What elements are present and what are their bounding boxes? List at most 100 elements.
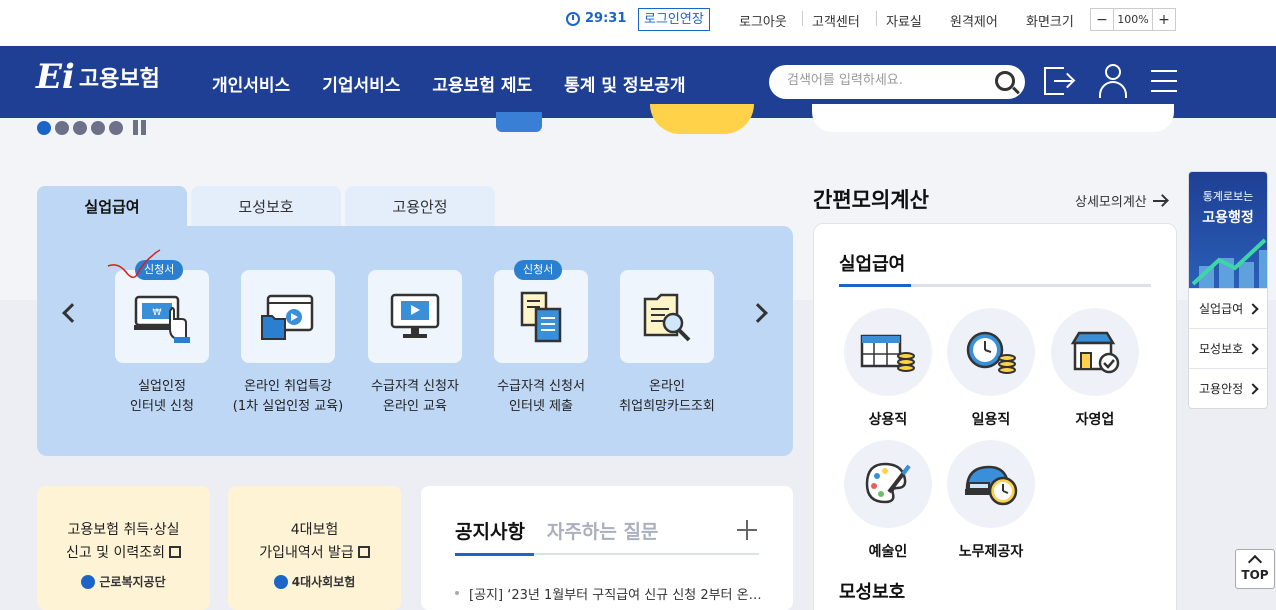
utility-bar: 29:31 로그인연장 로그아웃 고객센터 자료실 원격제어 화면크기 − 10… <box>0 0 1276 46</box>
banner-illustration <box>650 104 754 134</box>
nav-statistics[interactable]: 통계 및 정보공개 <box>564 71 685 96</box>
divider <box>802 11 803 26</box>
external-link-icon <box>169 546 182 558</box>
search-icon[interactable] <box>995 71 1015 91</box>
session-timer-value: 29:31 <box>585 11 627 26</box>
detailed-calculator-link[interactable]: 상세모의계산 <box>1075 191 1167 210</box>
search-box <box>769 65 1025 99</box>
video-folder-icon <box>261 294 314 340</box>
chevron-up-icon <box>1247 554 1263 570</box>
nav-insurance-system[interactable]: 고용보험 제도 <box>432 71 532 96</box>
logout-link[interactable]: 로그아웃 <box>739 11 787 30</box>
side-menu-maternity[interactable]: 모성보호 <box>1189 328 1267 368</box>
external-link-icon <box>357 546 370 558</box>
calc-item-label: 자영업 <box>1075 412 1115 428</box>
service-item[interactable]: 신청서 ₩ 실업인정 인터넷 신청 <box>104 260 220 417</box>
banner-dot[interactable] <box>37 120 51 135</box>
calc-item-label: 일용직 <box>971 412 1011 428</box>
calc-artist[interactable]: 예술인 <box>843 440 933 561</box>
logo-mark: Ei <box>36 57 75 97</box>
service-item[interactable]: 신청서 수급자격 신청서 인터넷 제출 <box>483 260 599 417</box>
nav-corporate-services[interactable]: 기업서비스 <box>322 71 400 96</box>
zoom-out-button[interactable]: − <box>1091 9 1113 30</box>
more-plus-icon[interactable] <box>737 520 757 540</box>
banner-dot[interactable] <box>91 120 105 135</box>
library-link[interactable]: 자료실 <box>886 11 922 30</box>
service-item[interactable]: 온라인 취업특강 (1차 실업인정 교육) <box>230 270 346 417</box>
calc-self-employed[interactable]: 자영업 <box>1050 308 1140 429</box>
detailed-calculator-label: 상세모의계산 <box>1075 195 1147 210</box>
nav-personal-services[interactable]: 개인서비스 <box>212 71 290 96</box>
global-nav: 개인서비스 기업서비스 고용보험 제도 통계 및 정보공개 <box>212 71 686 96</box>
application-badge: 신청서 <box>514 260 563 280</box>
store-check-icon <box>1070 331 1120 374</box>
trend-arrow-icon <box>1191 238 1267 286</box>
zoom-in-button[interactable]: + <box>1153 9 1175 30</box>
arrow-right-icon <box>1152 199 1167 202</box>
calc-labor-provider[interactable]: 노무제공자 <box>946 440 1036 561</box>
red-checkmark-scribble <box>107 249 161 279</box>
calculator-box: 실업급여 상용직 일용직 자영업 예술인 노무제공자 모성보호 <box>813 223 1177 610</box>
hamburger-menu-icon[interactable] <box>1148 64 1182 98</box>
comwel-logo-icon <box>81 574 96 589</box>
calc-daily-worker[interactable]: 일용직 <box>946 308 1036 429</box>
quick-card-title: 고용보험 취득·상실 신고 및 이력조회 <box>65 522 180 561</box>
service-item[interactable]: 온라인 취업희망카드조회 <box>609 270 725 417</box>
banner-card <box>812 104 1174 132</box>
user-icon[interactable] <box>1096 64 1130 98</box>
extend-login-button[interactable]: 로그인연장 <box>638 8 710 31</box>
statistics-banner[interactable]: 통계로보는 고용행정 <box>1189 172 1267 288</box>
org-logo: 4대사회보험 <box>228 573 401 590</box>
calc-item-label: 예술인 <box>868 544 908 560</box>
quick-card-4insurance[interactable]: 4대보험 가입내역서 발급 4대사회보험 <box>228 486 401 610</box>
clock-coins-icon <box>966 331 1016 374</box>
site-logo[interactable]: Ei 고용보험 <box>36 60 160 94</box>
banner-dot[interactable] <box>55 120 69 135</box>
service-label: 온라인 취업특강 (1차 실업인정 교육) <box>232 379 344 414</box>
tab-faq[interactable]: 자주하는 질문 <box>547 517 659 544</box>
remote-control-link[interactable]: 원격제어 <box>950 11 998 30</box>
side-menu-employment-stability[interactable]: 고용안정 <box>1189 368 1267 408</box>
tab-notices[interactable]: 공지사항 <box>455 517 525 544</box>
chevron-right-icon[interactable] <box>748 303 768 323</box>
screen-size-label: 화면크기 <box>1026 15 1074 30</box>
service-card[interactable]: 신청서 <box>494 260 588 363</box>
service-tabs: 실업급여 모성보호 고용안정 <box>37 186 495 226</box>
logo-text: 고용보험 <box>78 67 160 92</box>
logout-icon[interactable] <box>1042 64 1076 98</box>
search-input[interactable] <box>787 73 977 88</box>
helmet-clock-icon <box>965 465 1018 506</box>
tab-unemployment[interactable]: 실업급여 <box>37 186 187 226</box>
service-label: 수급자격 신청서 인터넷 제출 <box>497 379 585 414</box>
org-name: 4대사회보험 <box>291 575 356 589</box>
org-logo: 근로복지공단 <box>37 573 210 590</box>
chevron-left-icon[interactable] <box>62 303 82 323</box>
customer-center-link[interactable]: 고객센터 <box>812 11 860 30</box>
quick-card-insurance-history[interactable]: 고용보험 취득·상실 신고 및 이력조회 근로복지공단 <box>37 486 210 610</box>
service-card[interactable] <box>368 270 462 363</box>
notice-item[interactable]: [공지] ‘23년 1월부터 구직급여 신규 신청 2부터 온라인으로 수급자격… <box>455 584 765 603</box>
banner-pagination <box>37 120 146 135</box>
banner-dot[interactable] <box>73 120 87 135</box>
service-label: 온라인 취업희망카드조회 <box>619 379 715 414</box>
org-name: 근로복지공단 <box>99 575 166 589</box>
tab-maternity[interactable]: 모성보호 <box>191 186 341 226</box>
tab-employment-stability[interactable]: 고용안정 <box>345 186 495 226</box>
banner-illustration <box>496 112 542 132</box>
top-label: TOP <box>1241 568 1269 582</box>
tab-underline <box>455 553 759 556</box>
service-item[interactable]: 수급자격 신청자 온라인 교육 <box>357 270 473 417</box>
computer-hand-icon: ₩ <box>134 295 190 343</box>
monitor-play-icon <box>390 293 440 338</box>
service-card[interactable] <box>241 270 335 363</box>
service-card[interactable] <box>620 270 714 363</box>
section-underline <box>839 284 1151 287</box>
calc-regular-worker[interactable]: 상용직 <box>843 308 933 429</box>
banner-dot[interactable] <box>109 120 123 135</box>
service-label: 수급자격 신청자 온라인 교육 <box>371 379 459 414</box>
calculator-title: 간편모의계산 <box>813 188 929 212</box>
pause-icon[interactable] <box>133 120 146 135</box>
scroll-top-button[interactable]: TOP <box>1235 549 1275 589</box>
stopwatch-icon <box>566 11 580 26</box>
side-menu-unemployment[interactable]: 실업급여 <box>1189 288 1267 328</box>
